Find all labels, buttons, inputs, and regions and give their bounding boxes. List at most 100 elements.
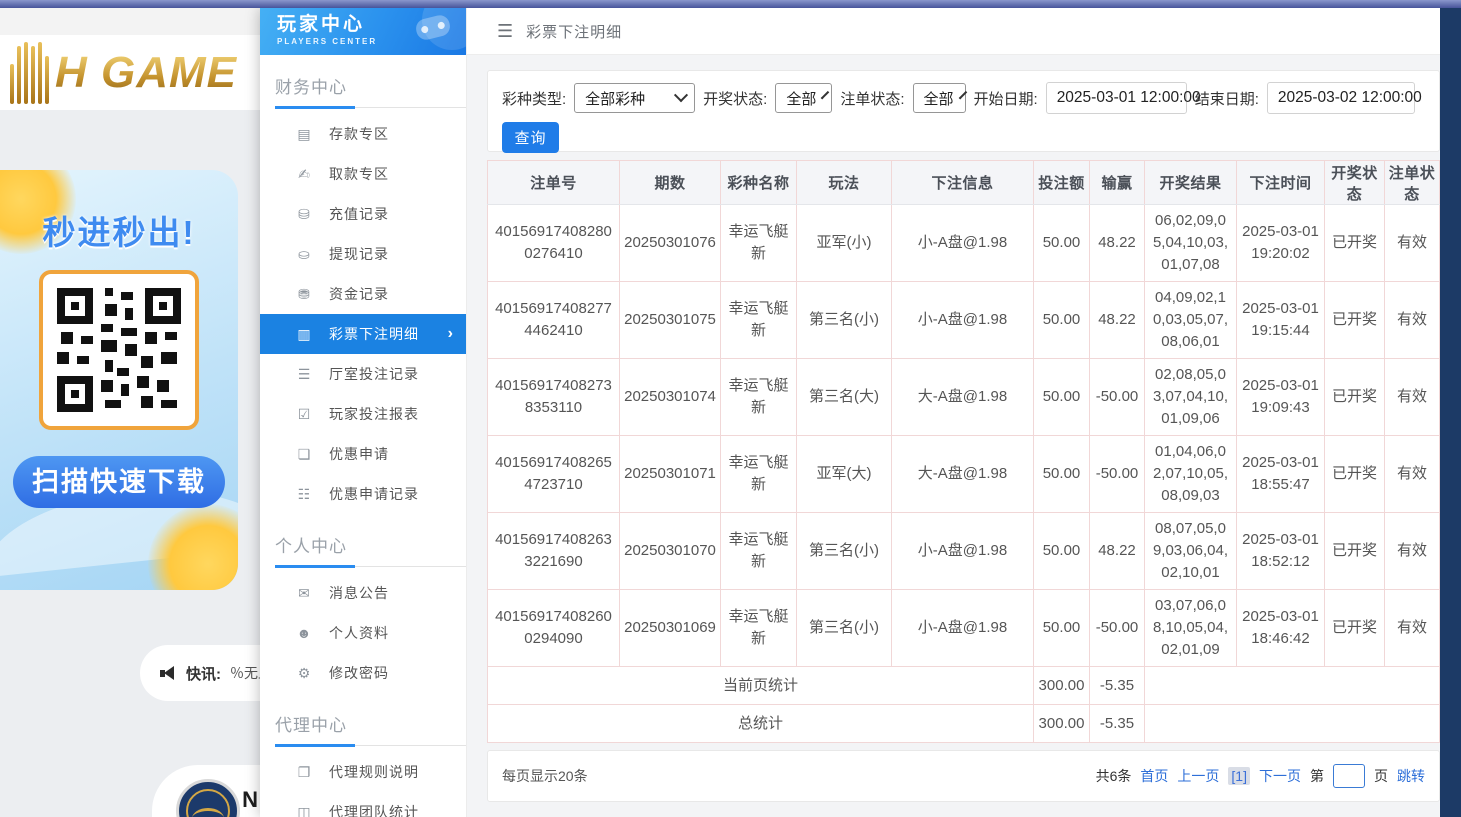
main-content: ☰ 彩票下注明细 彩种类型: 全部彩种 开奖状态: 全部 注单状态: [467, 8, 1440, 817]
cell: 20250301076 [620, 205, 721, 282]
section-divider [275, 107, 466, 108]
cell: 大-A盘@1.98 [892, 436, 1034, 513]
sidebar-item-hall-bet-records[interactable]: ☰ 厅室投注记录 [260, 354, 466, 394]
search-button[interactable]: 查询 [502, 122, 559, 153]
sidebar-item-recharge-records[interactable]: ⛁ 充值记录 [260, 194, 466, 234]
withdraw-hand-icon: ✍ [296, 166, 312, 183]
sidebar-item-promo-apply[interactable]: ❏ 优惠申请 [260, 434, 466, 474]
sidebar-item-promo-apply-records[interactable]: ☷ 优惠申请记录 [260, 474, 466, 514]
cell: 04,09,02,10,03,05,07,08,06,01 [1145, 282, 1237, 359]
cell: 401569174082738353110 [488, 359, 620, 436]
sidebar-item-change-password[interactable]: ⚙ 修改密码 [260, 653, 466, 693]
team-stats-icon: ◫ [296, 804, 312, 817]
jump-page-input[interactable] [1333, 764, 1365, 788]
qr-code-image [53, 284, 185, 416]
cell: 48.22 [1090, 282, 1145, 359]
summary-empty [1145, 705, 1440, 743]
sidebar-item-profile[interactable]: ☻ 个人资料 [260, 613, 466, 653]
lottery-type-select[interactable]: 全部彩种 [574, 83, 695, 113]
cell: -50.00 [1090, 436, 1145, 513]
news-ticker[interactable]: 快讯: ％无上 [140, 645, 280, 701]
bet-status-label: 注单状态: [840, 88, 904, 109]
players-center-panel: 玩家中心 PLAYERS CENTER 财务中心 ▤ 存款专区 ✍ 取款专区 ⛁… [260, 8, 1440, 817]
summary-win-loss: -5.35 [1090, 705, 1145, 743]
sidebar-item-agent-rules[interactable]: ❐ 代理规则说明 [260, 752, 466, 792]
cell: 401569174082800276410 [488, 205, 620, 282]
cell: 大-A盘@1.98 [892, 359, 1034, 436]
download-qr-code[interactable] [39, 270, 199, 430]
first-page-link[interactable]: 首页 [1140, 766, 1168, 786]
next-page-link[interactable]: 下一页 [1259, 766, 1301, 786]
download-promo-banner[interactable]: 秒进秒出! [0, 170, 238, 590]
cell: 有效 [1385, 436, 1440, 513]
cell: 幸运飞艇新 [721, 436, 797, 513]
team-badge-icon [176, 779, 240, 817]
cell: 08,07,05,09,03,06,04,02,10,01 [1145, 513, 1237, 590]
sidebar-item-withdraw-records[interactable]: ⛀ 提现记录 [260, 234, 466, 274]
jump-suffix: 页 [1374, 766, 1388, 786]
summary-win-loss: -5.35 [1090, 667, 1145, 705]
cell: 20250301070 [620, 513, 721, 590]
start-date-input[interactable]: 2025-03-01 12:00:00 [1046, 82, 1187, 114]
sidebar-item-lottery-bet-details[interactable]: ▥ 彩票下注明细 [260, 314, 466, 354]
cell: 50.00 [1034, 590, 1090, 667]
sidebar-item-messages[interactable]: ✉ 消息公告 [260, 573, 466, 613]
cell: 有效 [1385, 359, 1440, 436]
cell: 48.22 [1090, 205, 1145, 282]
document-icon: ❐ [296, 764, 312, 781]
table-row: 40156917408280027641020250301076幸运飞艇新亚军(… [488, 205, 1440, 282]
menu-toggle-icon[interactable]: ☰ [497, 21, 513, 42]
sidebar-item-deposit-zone[interactable]: ▤ 存款专区 [260, 114, 466, 154]
sidebar-item-funds-records[interactable]: ⛃ 资金记录 [260, 274, 466, 314]
page-size-text: 每页显示20条 [502, 766, 588, 786]
current-page-indicator: [1] [1228, 767, 1250, 785]
cell: 幸运飞艇新 [721, 590, 797, 667]
profile-icon: ☻ [296, 625, 312, 641]
total-summary-row: 总统计 300.00 -5.35 [488, 705, 1440, 743]
cell: 20250301075 [620, 282, 721, 359]
screen: H GAME 秒进秒出! [0, 0, 1461, 817]
start-date-label: 开始日期: [974, 88, 1038, 109]
sidebar-item-player-bet-report[interactable]: ☑ 玩家投注报表 [260, 394, 466, 434]
cell: 2025-03-01 19:20:02 [1237, 205, 1325, 282]
cell: 50.00 [1034, 359, 1090, 436]
sidebar-sections: 财务中心 ▤ 存款专区 ✍ 取款专区 ⛁ 充值记录 ⛀ 提现记录 ⛃ 资金记录 … [260, 73, 466, 817]
prev-page-link[interactable]: 上一页 [1177, 766, 1219, 786]
sidebar-item-withdraw-zone[interactable]: ✍ 取款专区 [260, 154, 466, 194]
col-header: 开奖结果 [1145, 161, 1237, 205]
cell: 第三名(小) [797, 282, 892, 359]
summary-bet-total: 300.00 [1034, 667, 1090, 705]
sidebar-item-agent-team-stats[interactable]: ◫ 代理团队统计 [260, 792, 466, 817]
cell: 幸运飞艇新 [721, 205, 797, 282]
sidebar-section: 财务中心 ▤ 存款专区 ✍ 取款专区 ⛁ 充值记录 ⛀ 提现记录 ⛃ 资金记录 … [260, 73, 466, 514]
cell: 48.22 [1090, 513, 1145, 590]
bottom-card: N [152, 765, 260, 817]
table-body: 40156917408280027641020250301076幸运飞艇新亚军(… [488, 205, 1440, 667]
right-navy-strip [1440, 8, 1461, 817]
promo-record-icon: ☷ [296, 486, 312, 503]
sidebar-header: 玩家中心 PLAYERS CENTER [260, 8, 466, 55]
cell: 02,08,05,03,07,04,10,01,09,06 [1145, 359, 1237, 436]
summary-empty [1145, 667, 1440, 705]
site-logo[interactable]: H GAME [55, 48, 237, 98]
cell: 第三名(小) [797, 513, 892, 590]
cell: 401569174082600294090 [488, 590, 620, 667]
scan-download-button[interactable]: 扫描快速下载 [13, 456, 225, 508]
draw-status-select[interactable]: 全部 [775, 83, 832, 113]
player-report-icon: ☑ [296, 406, 312, 423]
promo-apply-icon: ❏ [296, 446, 312, 463]
cell: 2025-03-01 19:09:43 [1237, 359, 1325, 436]
section-divider [275, 566, 466, 567]
col-header: 彩种名称 [721, 161, 797, 205]
cell: 小-A盘@1.98 [892, 590, 1034, 667]
jump-prefix: 第 [1310, 766, 1324, 786]
lottery-type-value: 全部彩种 [585, 88, 645, 109]
ticker-label: 快讯: [186, 663, 221, 684]
table-row: 40156917408277446241020250301075幸运飞艇新第三名… [488, 282, 1440, 359]
jump-button[interactable]: 跳转 [1397, 766, 1425, 786]
cell: 已开奖 [1325, 590, 1385, 667]
bet-status-select[interactable]: 全部 [913, 83, 966, 113]
end-date-input[interactable]: 2025-03-02 12:00:00 [1267, 82, 1415, 114]
promo-headline: 秒进秒出! [0, 206, 238, 254]
cell: 20250301071 [620, 436, 721, 513]
